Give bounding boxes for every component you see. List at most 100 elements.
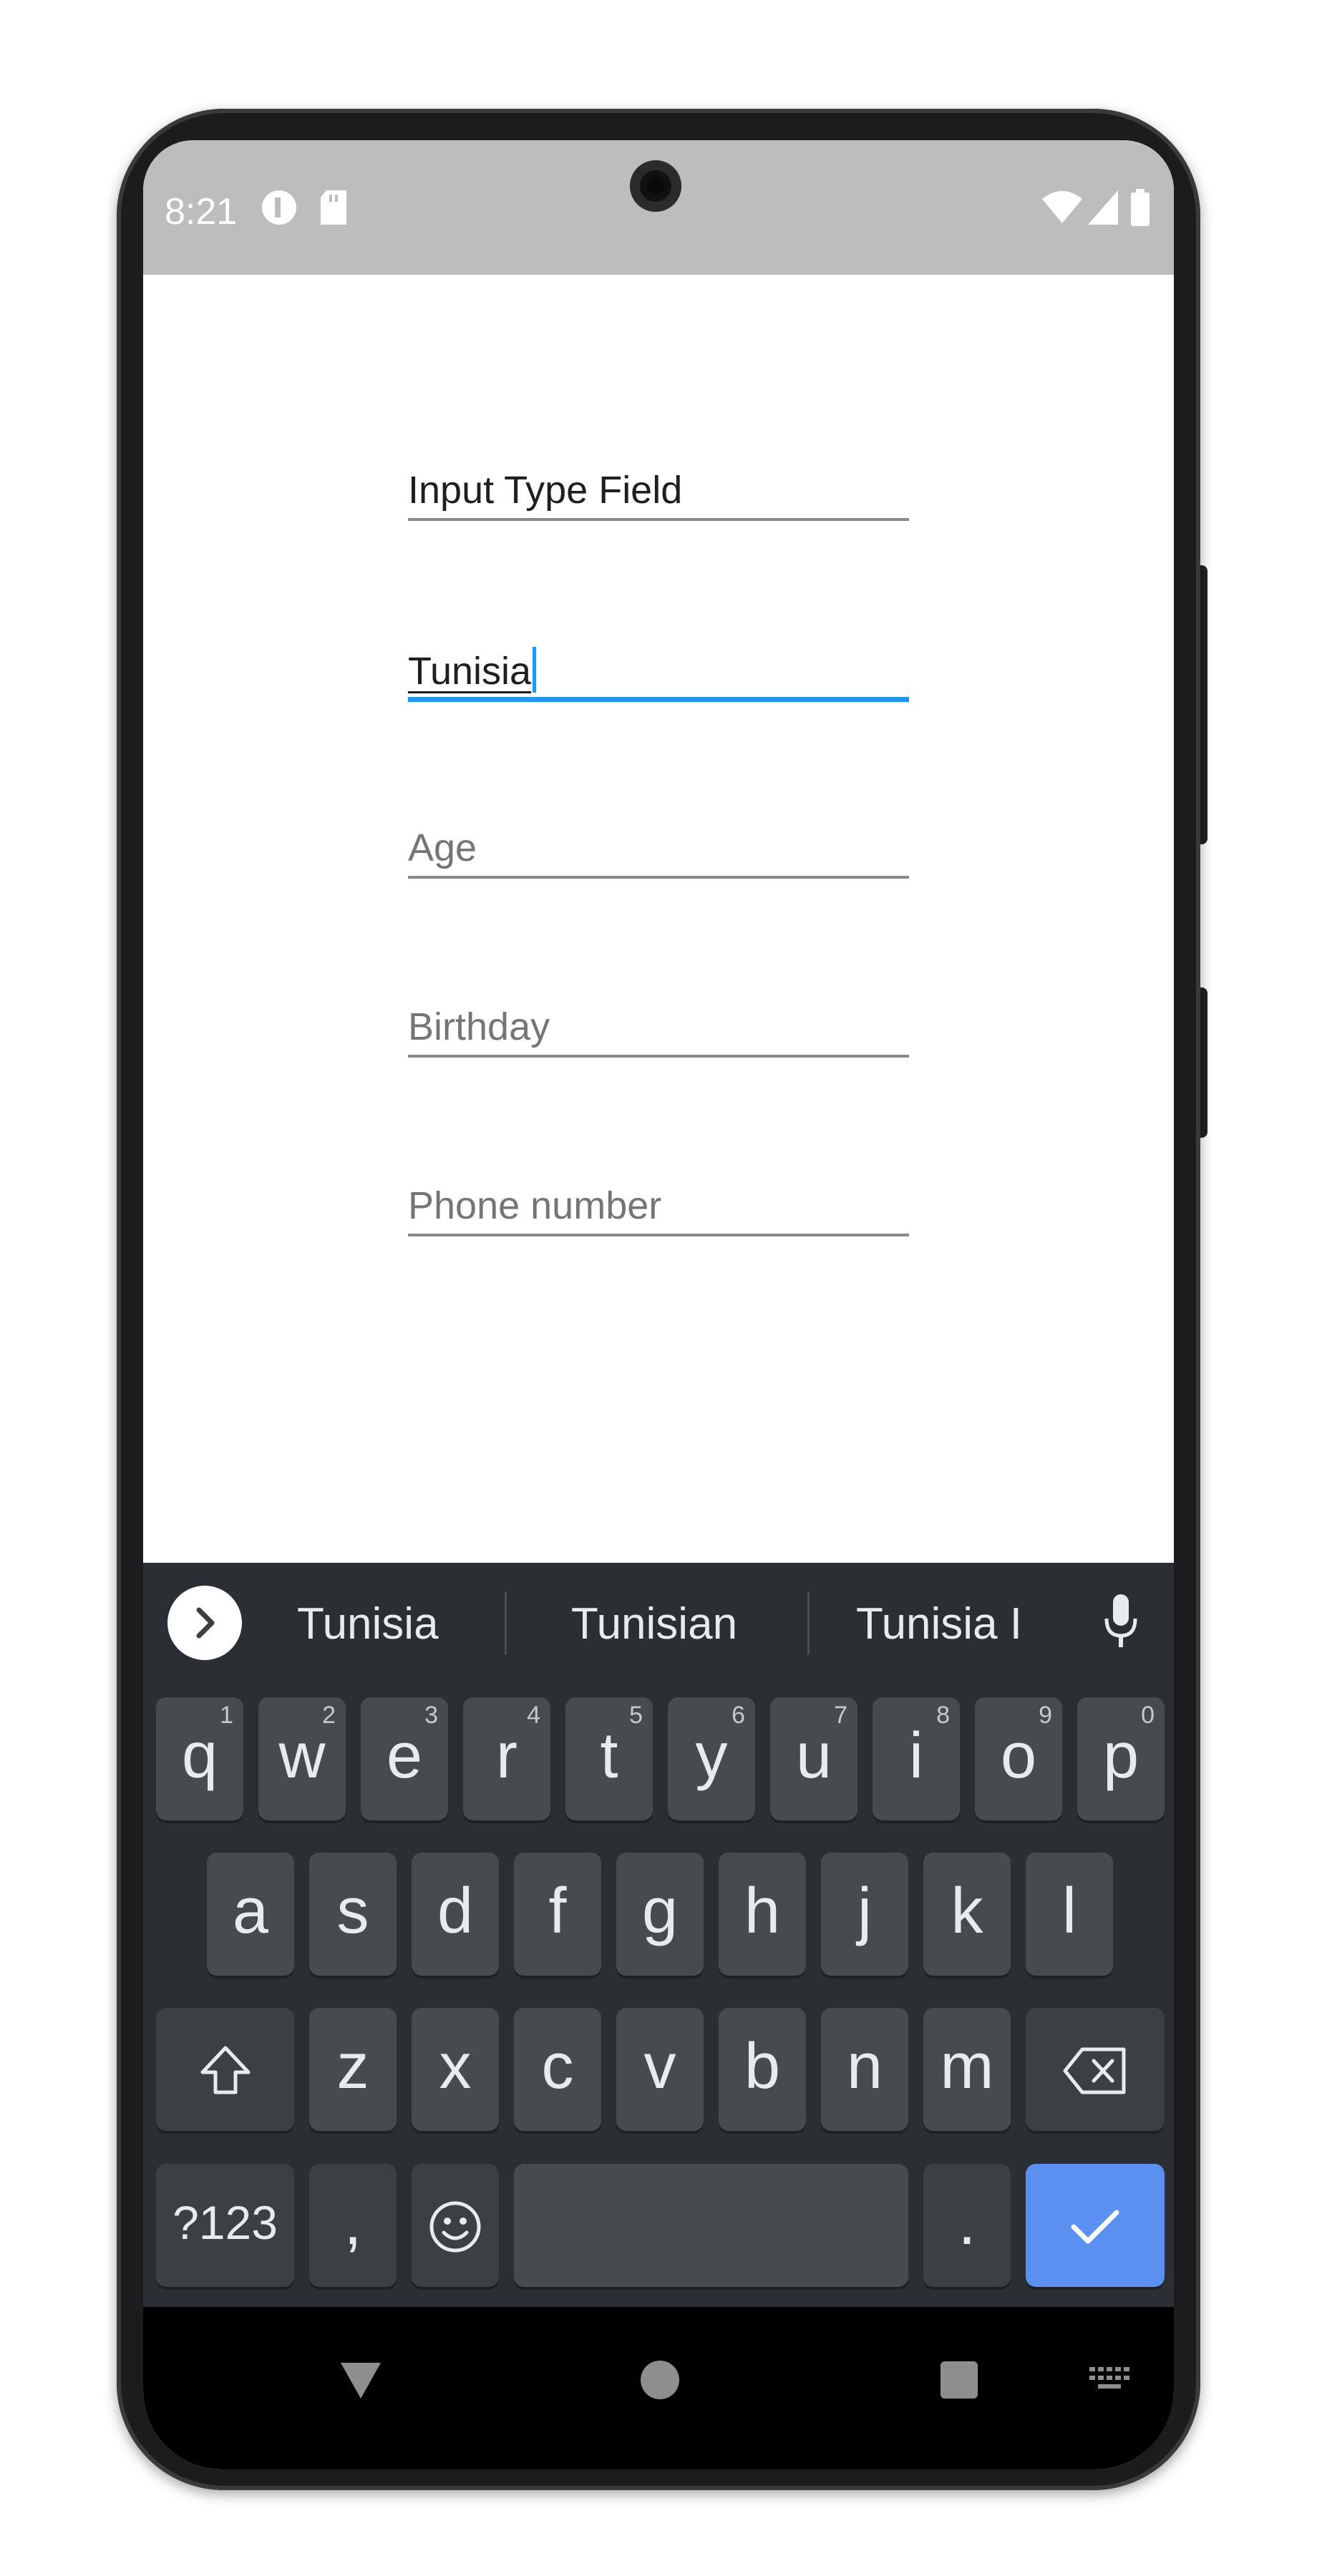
key-d-label: d (437, 1875, 474, 1947)
status-bar: 8:21 (143, 140, 1174, 275)
key-i-hint: 8 (936, 1702, 950, 1729)
age-field[interactable]: Age (408, 826, 909, 879)
comma-key[interactable]: , (309, 2164, 397, 2287)
phone-number-field[interactable]: Phone number (408, 1184, 909, 1236)
key-e[interactable]: e3 (361, 1697, 448, 1820)
keyboard-switch-icon[interactable] (1088, 2364, 1131, 2399)
shift-icon (200, 2046, 250, 2094)
phone-number-field-placeholder: Phone number (408, 1184, 662, 1227)
key-o[interactable]: o9 (975, 1697, 1062, 1820)
key-r[interactable]: r4 (463, 1697, 550, 1820)
key-k-label: k (951, 1875, 983, 1947)
done-key[interactable] (1026, 2164, 1165, 2287)
key-b-label: b (744, 2031, 781, 2102)
key-q-hint: 1 (220, 1702, 233, 1729)
key-g[interactable]: g (616, 1853, 704, 1976)
expand-toolbar-button[interactable] (167, 1586, 242, 1660)
space-key[interactable] (514, 2164, 908, 2287)
phone-screen: 8:21 Input Type Field Tunisia Age Birthd… (143, 140, 1174, 2469)
suggestion-divider (505, 1591, 507, 1654)
key-o-hint: 9 (1039, 1702, 1052, 1729)
name-field[interactable]: Input Type Field (408, 468, 909, 521)
key-l[interactable]: l (1026, 1853, 1113, 1976)
suggestion-bar: Tunisia Tunisian Tunisia I (143, 1563, 1174, 1684)
shift-key[interactable] (156, 2008, 294, 2131)
back-triangle-icon[interactable] (338, 2357, 384, 2406)
key-z[interactable]: z (309, 2008, 397, 2131)
age-field-placeholder: Age (408, 826, 477, 869)
backspace-icon (1063, 2047, 1126, 2094)
key-w-label: w (278, 1720, 326, 1792)
key-w[interactable]: w2 (258, 1697, 346, 1820)
backspace-key[interactable] (1026, 2008, 1165, 2131)
wifi-icon (1041, 187, 1084, 231)
text-cursor (533, 647, 537, 693)
key-v[interactable]: v (616, 2008, 704, 2131)
key-r-hint: 4 (527, 1702, 540, 1729)
key-i-label: i (909, 1720, 923, 1792)
birthday-field[interactable]: Birthday (408, 1005, 909, 1058)
key-j[interactable]: j (821, 1853, 908, 1976)
key-j-label: j (857, 1875, 872, 1947)
key-q[interactable]: q1 (156, 1697, 243, 1820)
key-l-label: l (1062, 1875, 1077, 1947)
microphone-icon[interactable] (1101, 1591, 1141, 1655)
key-e-label: e (386, 1720, 423, 1792)
key-o-label: o (1000, 1720, 1037, 1792)
symbols-key[interactable]: ?123 (156, 2164, 294, 2287)
soft-keyboard: Tunisia Tunisian Tunisia I q1 w2 e3 r4 t… (143, 1563, 1174, 2307)
home-circle-icon[interactable] (637, 2357, 683, 2406)
key-z-label: z (336, 2031, 369, 2102)
key-m-label: m (940, 2031, 994, 2102)
key-s[interactable]: s (309, 1853, 397, 1976)
name-field-value: Input Type Field (408, 469, 683, 512)
period-key-label: . (958, 2187, 976, 2258)
emoji-key[interactable] (412, 2164, 499, 2287)
key-a-label: a (232, 1875, 269, 1947)
navigation-bar (143, 2307, 1174, 2469)
key-q-label: q (181, 1720, 218, 1792)
birthday-field-placeholder: Birthday (408, 1005, 550, 1048)
key-m[interactable]: m (923, 2008, 1011, 2131)
key-s-label: s (336, 1875, 369, 1947)
key-f[interactable]: f (514, 1853, 601, 1976)
suggestion-3[interactable]: Tunisia I (856, 1599, 1022, 1649)
key-e-hint: 3 (424, 1702, 438, 1729)
key-b[interactable]: b (719, 2008, 806, 2131)
key-i[interactable]: i8 (873, 1697, 960, 1820)
key-x[interactable]: x (412, 2008, 499, 2131)
key-u-label: u (795, 1720, 832, 1792)
key-x-label: x (439, 2031, 472, 2102)
key-t[interactable]: t5 (565, 1697, 653, 1820)
battery-icon (1129, 187, 1151, 231)
key-a[interactable]: a (207, 1853, 294, 1976)
key-h[interactable]: h (719, 1853, 806, 1976)
key-k[interactable]: k (923, 1853, 1011, 1976)
country-field-value: Tunisia (408, 647, 537, 693)
emoji-icon (429, 2201, 481, 2253)
key-p-label: p (1102, 1720, 1139, 1792)
key-c[interactable]: c (514, 2008, 601, 2131)
recents-square-icon[interactable] (938, 2357, 981, 2406)
key-w-hint: 2 (322, 1702, 336, 1729)
suggestion-2[interactable]: Tunisian (571, 1599, 737, 1649)
key-u[interactable]: u7 (770, 1697, 857, 1820)
key-g-label: g (641, 1875, 679, 1947)
key-p-hint: 0 (1141, 1702, 1155, 1729)
key-t-label: t (600, 1720, 618, 1792)
chevron-right-icon (196, 1607, 215, 1639)
period-key[interactable]: . (923, 2164, 1011, 2287)
key-t-hint: 5 (629, 1702, 643, 1729)
suggestion-divider (807, 1591, 810, 1654)
key-p[interactable]: p0 (1077, 1697, 1165, 1820)
cellular-signal-icon (1087, 187, 1119, 231)
key-y[interactable]: y6 (668, 1697, 755, 1820)
country-field[interactable]: Tunisia (408, 647, 909, 702)
front-camera (630, 160, 681, 212)
key-u-hint: 7 (834, 1702, 847, 1729)
key-d[interactable]: d (412, 1853, 499, 1976)
suggestion-1[interactable]: Tunisia (297, 1599, 439, 1649)
status-time: 8:21 (165, 191, 238, 233)
key-c-label: c (541, 2031, 574, 2102)
key-n[interactable]: n (821, 2008, 908, 2131)
